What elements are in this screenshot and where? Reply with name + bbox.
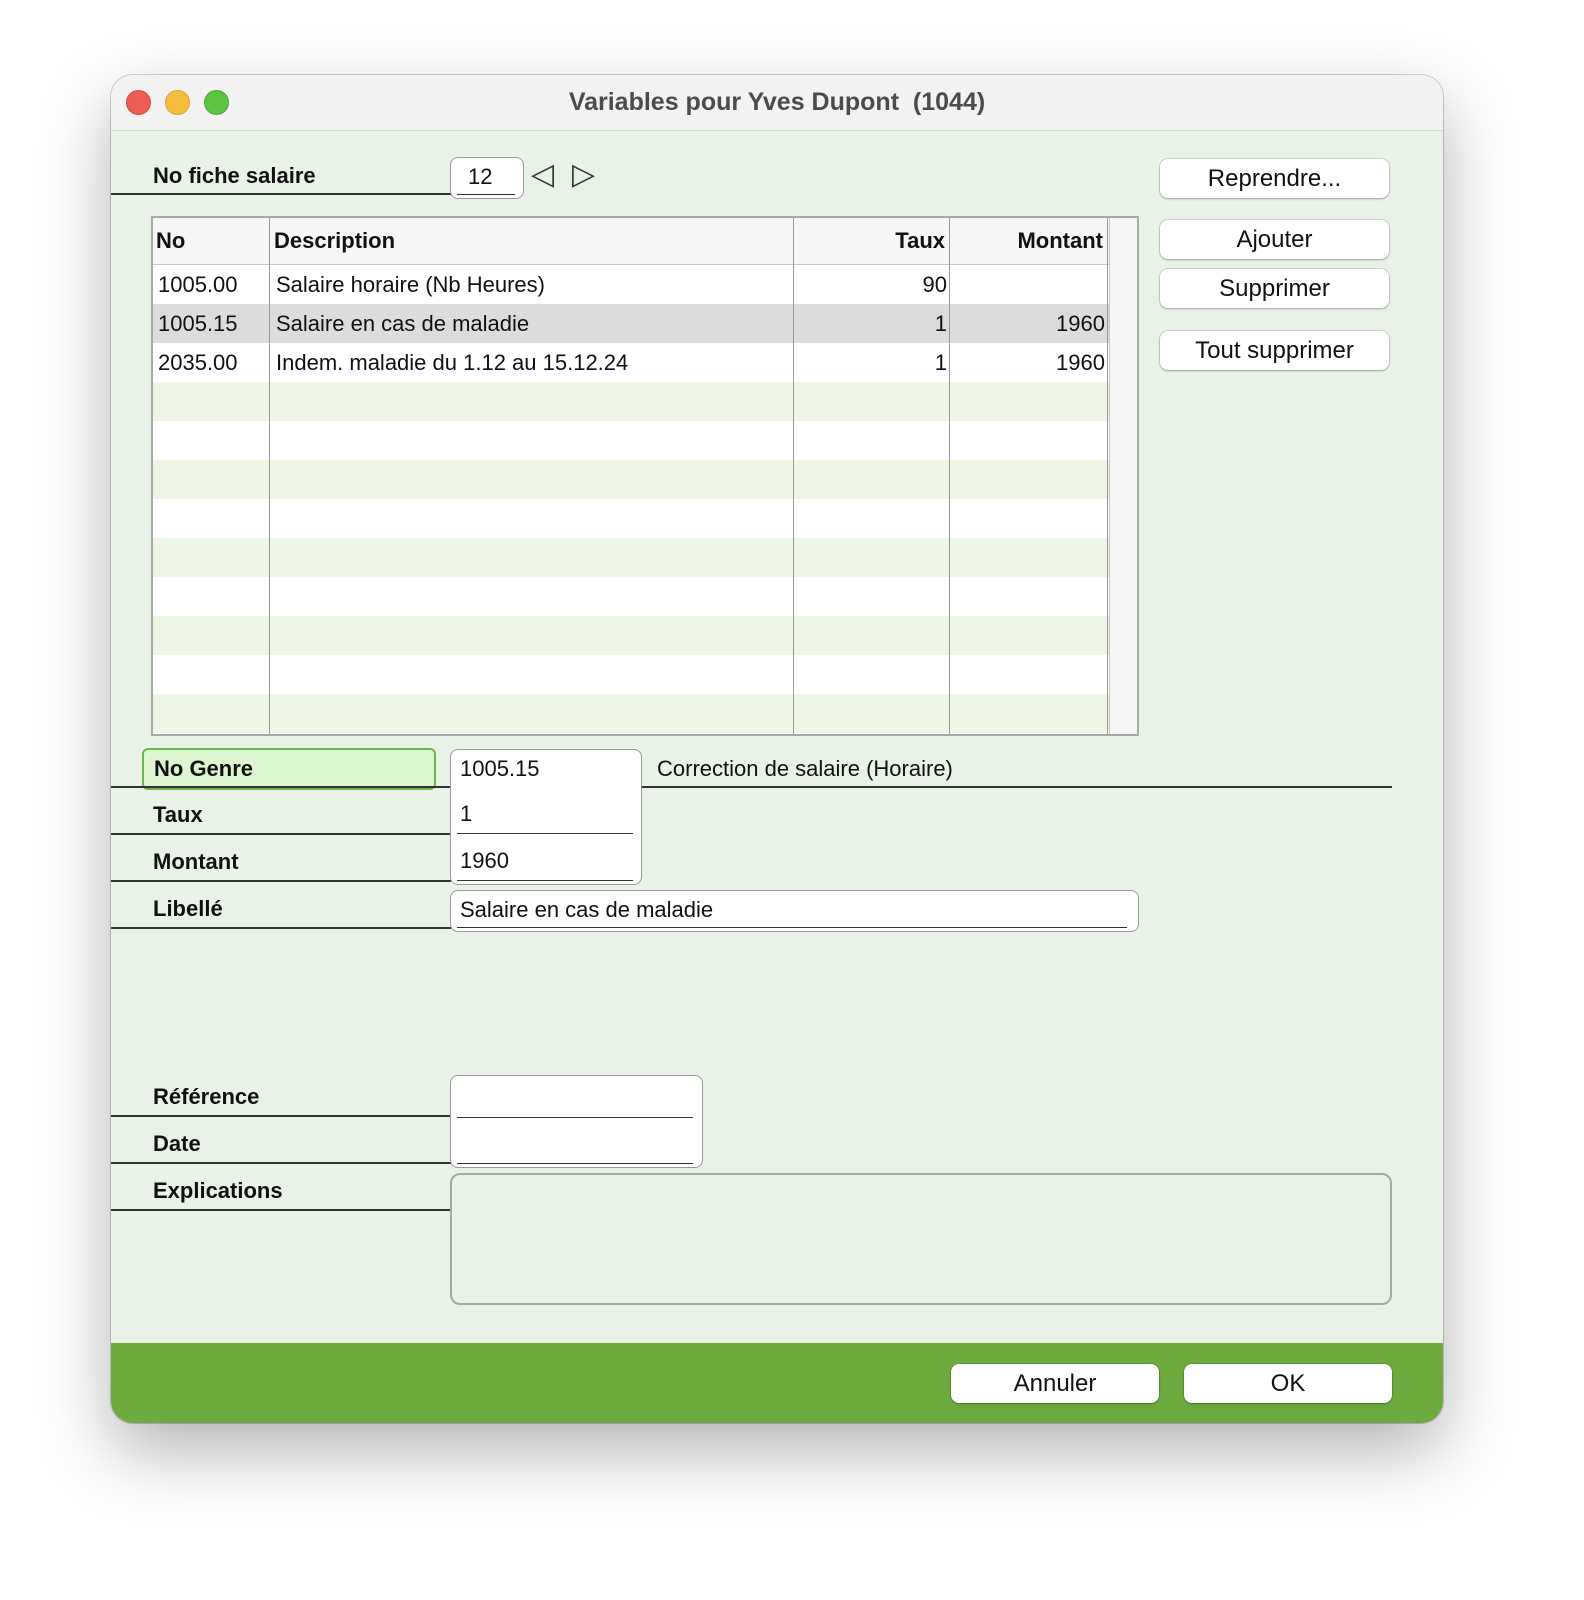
taux-underline [457,833,633,834]
column-divider [949,218,950,734]
libelle-underline [457,927,1127,928]
table-scrollbar[interactable] [1109,218,1137,734]
empty-row[interactable] [153,616,1109,655]
annuler-button[interactable]: Annuler [951,1364,1159,1403]
row-taux: 1 [934,350,947,375]
fiche-label: No fiche salaire [153,163,316,188]
column-divider [1107,218,1108,734]
row-montant: 1960 [1056,350,1105,375]
reference-underline [457,1117,693,1118]
row-taux: 90 [922,272,947,297]
row-no: 1005.00 [158,272,238,297]
ok-button[interactable]: OK [1184,1364,1392,1403]
libelle-input[interactable]: Salaire en cas de maladie [450,890,1139,932]
column-header-taux[interactable]: Taux [795,218,945,264]
montant-rule [111,880,451,882]
reference-rule [111,1115,451,1117]
empty-row[interactable] [153,655,1109,694]
taux-label: Taux [153,802,203,827]
montant-value: 1960 [460,848,509,873]
table-row[interactable]: 1005.00 Salaire horaire (Nb Heures) 90 [153,265,1109,304]
empty-row[interactable] [153,538,1109,577]
libelle-label: Libellé [153,896,223,921]
taux-rule [111,833,451,835]
date-rule [111,1162,451,1164]
row-description: Salaire horaire (Nb Heures) [276,272,545,297]
row-no: 1005.15 [158,311,238,336]
fiche-rule [111,193,451,195]
taux-value: 1 [460,801,473,826]
column-header-description[interactable]: Description [274,218,395,264]
next-arrow-icon[interactable]: ▷ [572,159,595,191]
genre-label: No Genre [142,748,436,790]
column-header-montant[interactable]: Montant [951,218,1103,264]
row-montant: 1960 [1056,311,1105,336]
supprimer-button[interactable]: Supprimer [1160,269,1389,308]
window-title: Variables pour Yves Dupont (1044) [568,88,986,116]
genre-value: 1005.15 [460,756,540,781]
reference-input[interactable] [450,1075,703,1121]
genre-input[interactable]: 1005.15 [450,749,642,790]
date-underline [457,1163,693,1164]
row-taux: 1 [934,311,947,336]
row-description: Salaire en cas de maladie [276,311,530,336]
explications-label: Explications [153,1178,283,1203]
montant-input[interactable]: 1960 [450,837,642,885]
table-header: No Description Taux Montant [153,218,1109,265]
row-description: Indem. maladie du 1.12 au 15.12.24 [276,350,629,375]
ajouter-button[interactable]: Ajouter [1160,220,1389,259]
table-row[interactable]: 2035.00 Indem. maladie du 1.12 au 15.12.… [153,343,1109,382]
date-input[interactable] [450,1121,703,1168]
fiche-number-input[interactable]: 12 [450,157,524,199]
taux-input[interactable]: 1 [450,790,642,837]
column-divider [793,218,794,734]
fiche-underline [457,194,515,195]
explications-textarea[interactable] [450,1173,1392,1305]
date-label: Date [153,1131,201,1156]
column-divider [269,218,270,734]
empty-row[interactable] [153,382,1109,421]
reprendre-button[interactable]: Reprendre... [1160,159,1389,198]
libelle-value: Salaire en cas de maladie [460,897,714,922]
row-montant [951,265,1105,304]
libelle-rule [111,927,451,929]
variables-table[interactable]: No Description Taux Montant 1005.00 Sala… [151,216,1139,736]
empty-row[interactable] [153,694,1109,733]
reference-label: Référence [153,1084,260,1109]
fiche-number-value: 12 [468,164,493,189]
footer-bar: Annuler OK [111,1343,1443,1423]
column-header-no[interactable]: No [156,218,185,264]
empty-row[interactable] [153,421,1109,460]
variables-window: Variables pour Yves Dupont (1044) No fic… [111,75,1443,1423]
table-row-selected[interactable]: 1005.15 Salaire en cas de maladie 1 1960 [153,304,1109,343]
empty-row[interactable] [153,460,1109,499]
empty-row[interactable] [153,499,1109,538]
montant-underline [457,880,633,881]
row-no: 2035.00 [158,350,238,375]
genre-description: Correction de salaire (Horaire) [657,756,953,781]
previous-arrow-icon[interactable]: ◁ [531,159,554,191]
tout-supprimer-button[interactable]: Tout supprimer [1160,331,1389,370]
explications-rule [111,1209,451,1211]
empty-row[interactable] [153,577,1109,616]
montant-label: Montant [153,849,239,874]
title-bar: Variables pour Yves Dupont (1044) [111,75,1443,131]
